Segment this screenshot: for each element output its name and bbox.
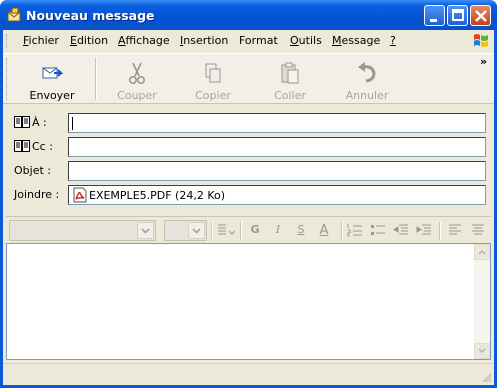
message-headers: À : Cc : Objet : Joindre : EXEMPLE5.PDF … bbox=[3, 106, 494, 206]
cc-row: Cc : bbox=[3, 137, 494, 157]
chevron-down-icon bbox=[478, 348, 486, 354]
align-center-button[interactable] bbox=[470, 223, 486, 239]
minimize-button[interactable] bbox=[424, 5, 445, 26]
client-area: Fichier Edition Affichage Insertion Form… bbox=[3, 30, 494, 385]
resize-grip-icon[interactable] bbox=[480, 371, 492, 383]
toolbar-separator bbox=[95, 58, 97, 100]
menu-format[interactable]: Format bbox=[239, 34, 278, 47]
undo-button[interactable]: Annuler bbox=[329, 56, 405, 102]
window-title: Nouveau message bbox=[26, 8, 155, 23]
scroll-down-button[interactable] bbox=[474, 343, 490, 359]
format-toolbar: G I S A bbox=[6, 216, 491, 243]
cc-button[interactable]: Cc : bbox=[14, 140, 53, 153]
underline-button[interactable]: S bbox=[293, 223, 309, 239]
bullet-list-icon bbox=[371, 225, 385, 235]
windows-logo-icon bbox=[474, 34, 488, 47]
toolbar-grip[interactable] bbox=[6, 58, 9, 100]
attach-field[interactable]: EXEMPLE5.PDF (24,2 Ko) bbox=[68, 185, 486, 205]
attachment-item[interactable]: EXEMPLE5.PDF (24,2 Ko) bbox=[72, 187, 225, 203]
menu-insertion[interactable]: Insertion bbox=[180, 34, 228, 47]
cut-label: Couper bbox=[117, 89, 157, 102]
format-separator bbox=[439, 222, 441, 240]
send-label: Envoyer bbox=[29, 89, 75, 102]
increase-indent-button[interactable] bbox=[416, 223, 432, 239]
text-caret bbox=[72, 117, 73, 130]
address-book-icon bbox=[14, 140, 30, 152]
increase-indent-icon bbox=[416, 224, 431, 235]
font-size-select[interactable] bbox=[164, 220, 207, 241]
status-bar bbox=[3, 363, 494, 385]
font-name-dropdown[interactable] bbox=[137, 222, 154, 239]
bold-button[interactable]: G bbox=[247, 223, 263, 239]
mail-icon bbox=[7, 7, 21, 22]
cut-button[interactable]: Couper bbox=[99, 56, 175, 102]
close-icon bbox=[475, 10, 487, 22]
subject-label: Objet : bbox=[14, 164, 51, 177]
vertical-scrollbar[interactable] bbox=[474, 244, 490, 359]
paste-button[interactable]: Coller bbox=[252, 56, 328, 102]
align-left-button[interactable] bbox=[447, 223, 463, 239]
paragraph-style-icon bbox=[218, 224, 236, 235]
close-button[interactable] bbox=[470, 5, 491, 26]
maximize-button[interactable] bbox=[447, 5, 468, 26]
format-separator bbox=[341, 222, 343, 240]
menubar-grip[interactable] bbox=[6, 34, 9, 48]
copy-label: Copier bbox=[195, 89, 231, 102]
font-size-dropdown[interactable] bbox=[188, 222, 205, 239]
numbered-list-icon bbox=[347, 224, 362, 237]
align-left-icon bbox=[449, 224, 461, 235]
menu-edition[interactable]: Edition bbox=[70, 34, 108, 47]
to-field[interactable] bbox=[68, 113, 486, 133]
format-separator bbox=[211, 222, 213, 240]
scroll-up-button[interactable] bbox=[474, 244, 490, 260]
menu-bar: Fichier Edition Affichage Insertion Form… bbox=[3, 30, 494, 52]
numbered-list-button[interactable] bbox=[347, 223, 363, 239]
undo-icon bbox=[358, 62, 376, 83]
address-book-icon bbox=[14, 116, 30, 128]
scissors-icon bbox=[129, 62, 146, 85]
italic-button[interactable]: I bbox=[270, 223, 286, 239]
format-separator bbox=[240, 222, 242, 240]
menu-help[interactable]: ? bbox=[390, 34, 396, 47]
menu-outils[interactable]: Outils bbox=[290, 34, 322, 47]
menu-message[interactable]: Message bbox=[332, 34, 380, 47]
font-color-button[interactable]: A bbox=[316, 223, 332, 239]
to-button[interactable]: À : bbox=[14, 116, 47, 129]
send-icon bbox=[42, 67, 64, 79]
chevron-down-icon bbox=[192, 228, 201, 234]
decrease-indent-icon bbox=[393, 224, 408, 235]
to-row: À : bbox=[3, 113, 494, 133]
minimize-icon bbox=[430, 19, 437, 22]
menu-affichage[interactable]: Affichage bbox=[118, 34, 170, 47]
undo-label: Annuler bbox=[345, 89, 389, 102]
message-body[interactable] bbox=[6, 243, 491, 360]
subject-row: Objet : bbox=[3, 161, 494, 181]
copy-icon bbox=[205, 63, 221, 83]
copy-button[interactable]: Copier bbox=[175, 56, 251, 102]
font-name-select[interactable] bbox=[9, 220, 156, 241]
subject-field[interactable] bbox=[68, 161, 486, 181]
attach-row: Joindre : EXEMPLE5.PDF (24,2 Ko) bbox=[3, 185, 494, 205]
paste-label: Coller bbox=[274, 89, 306, 102]
send-button[interactable]: Envoyer bbox=[14, 56, 90, 102]
maximize-icon bbox=[452, 9, 464, 21]
clipboard-icon bbox=[281, 62, 299, 84]
chevron-down-icon bbox=[141, 228, 150, 234]
menu-fichier[interactable]: Fichier bbox=[23, 34, 59, 47]
bullet-list-button[interactable] bbox=[370, 223, 386, 239]
decrease-indent-button[interactable] bbox=[393, 223, 409, 239]
main-toolbar: Envoyer Couper Copier Coller Annuler » bbox=[3, 53, 494, 104]
cc-field[interactable] bbox=[68, 137, 486, 157]
toolbar-overflow-chevron[interactable]: » bbox=[480, 55, 487, 68]
pdf-file-icon bbox=[73, 187, 87, 203]
paragraph-style-button[interactable] bbox=[217, 223, 236, 239]
attach-label: Joindre : bbox=[14, 188, 60, 201]
align-center-icon bbox=[472, 224, 484, 235]
chevron-up-icon bbox=[478, 249, 486, 255]
message-window: Nouveau message Fichier Edition Affichag… bbox=[0, 0, 497, 388]
title-bar[interactable]: Nouveau message bbox=[0, 0, 497, 30]
